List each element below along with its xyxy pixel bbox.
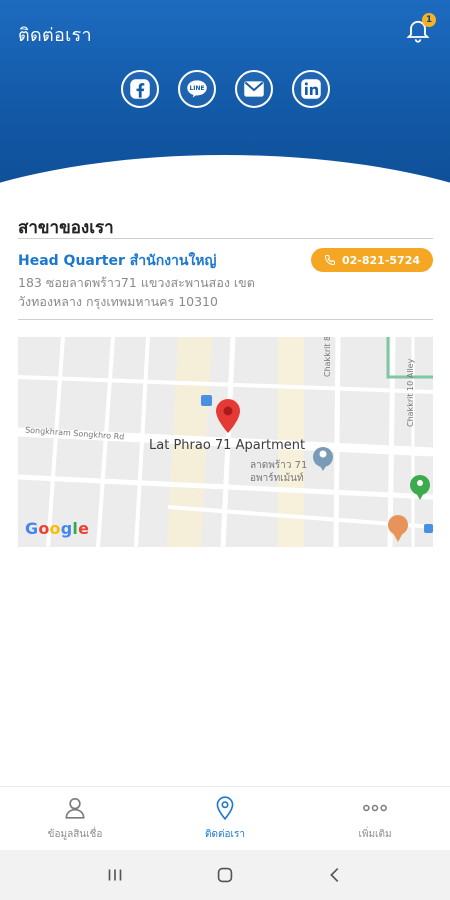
facebook-button[interactable]: [120, 70, 159, 108]
linkedin-button[interactable]: [291, 70, 330, 108]
more-icon: [363, 804, 387, 812]
map-place-name-th: อพาร์ทเม้นท์: [250, 473, 304, 484]
call-button[interactable]: 02-821-5724: [311, 248, 433, 272]
google-logo: Google: [25, 519, 90, 538]
branch-address: 183 ซอยลาดพร้าว71 แขวงสะพานสอง เขตวังทอง…: [18, 275, 255, 309]
location-pin-icon: [216, 796, 234, 821]
line-icon: LINE: [186, 80, 207, 98]
section-divider: [18, 238, 433, 239]
home-icon[interactable]: [214, 864, 236, 886]
phone-icon: [324, 255, 335, 266]
map-place-name: Lat Phrao 71 Apartment: [149, 438, 306, 453]
system-navigation-bar: [0, 850, 450, 900]
nav-item-contact[interactable]: ติดต่อเรา: [150, 787, 300, 850]
nav-item-more[interactable]: เพิ่มเติม: [300, 787, 450, 850]
email-button[interactable]: [234, 70, 273, 108]
facebook-icon: [129, 79, 150, 99]
nav-label: ข้อมูลสินเชื่อ: [47, 829, 103, 840]
branch-name: Head Quarter สำนักงานใหญ่: [18, 253, 217, 269]
phone-number: 02-821-5724: [341, 253, 420, 267]
header-banner: ติดต่อเรา 1 LINE: [0, 0, 450, 230]
nav-label: เพิ่มเติม: [358, 829, 392, 840]
bottom-navigation: ข้อมูลสินเชื่อ ติดต่อเรา เพิ่มเติม: [0, 786, 450, 850]
notification-badge: 1: [422, 13, 436, 27]
back-icon[interactable]: [324, 864, 346, 886]
person-icon: [65, 797, 85, 819]
svg-text:LINE: LINE: [189, 85, 204, 92]
mail-icon: [243, 81, 264, 97]
nav-label: ติดต่อเรา: [205, 829, 245, 840]
recent-apps-icon[interactable]: [104, 864, 126, 886]
linkedin-icon: [300, 79, 321, 99]
branch-divider: [18, 319, 433, 320]
section-title: สาขาของเรา: [18, 218, 114, 238]
nav-item-loan-info[interactable]: ข้อมูลสินเชื่อ: [0, 787, 150, 850]
social-links: LINE: [0, 70, 450, 108]
notification-button[interactable]: 1: [404, 13, 436, 46]
map-alley-label: Chakkrit 10 Alley: [406, 358, 415, 427]
map-alley-label: Chakkrit 8 Alley: [323, 337, 332, 377]
map-view[interactable]: Songkhram Songkhro Rd Chakkrit 8 Alley C…: [18, 337, 433, 547]
page-title: ติดต่อเรา: [18, 25, 92, 46]
line-button[interactable]: LINE: [177, 70, 216, 108]
